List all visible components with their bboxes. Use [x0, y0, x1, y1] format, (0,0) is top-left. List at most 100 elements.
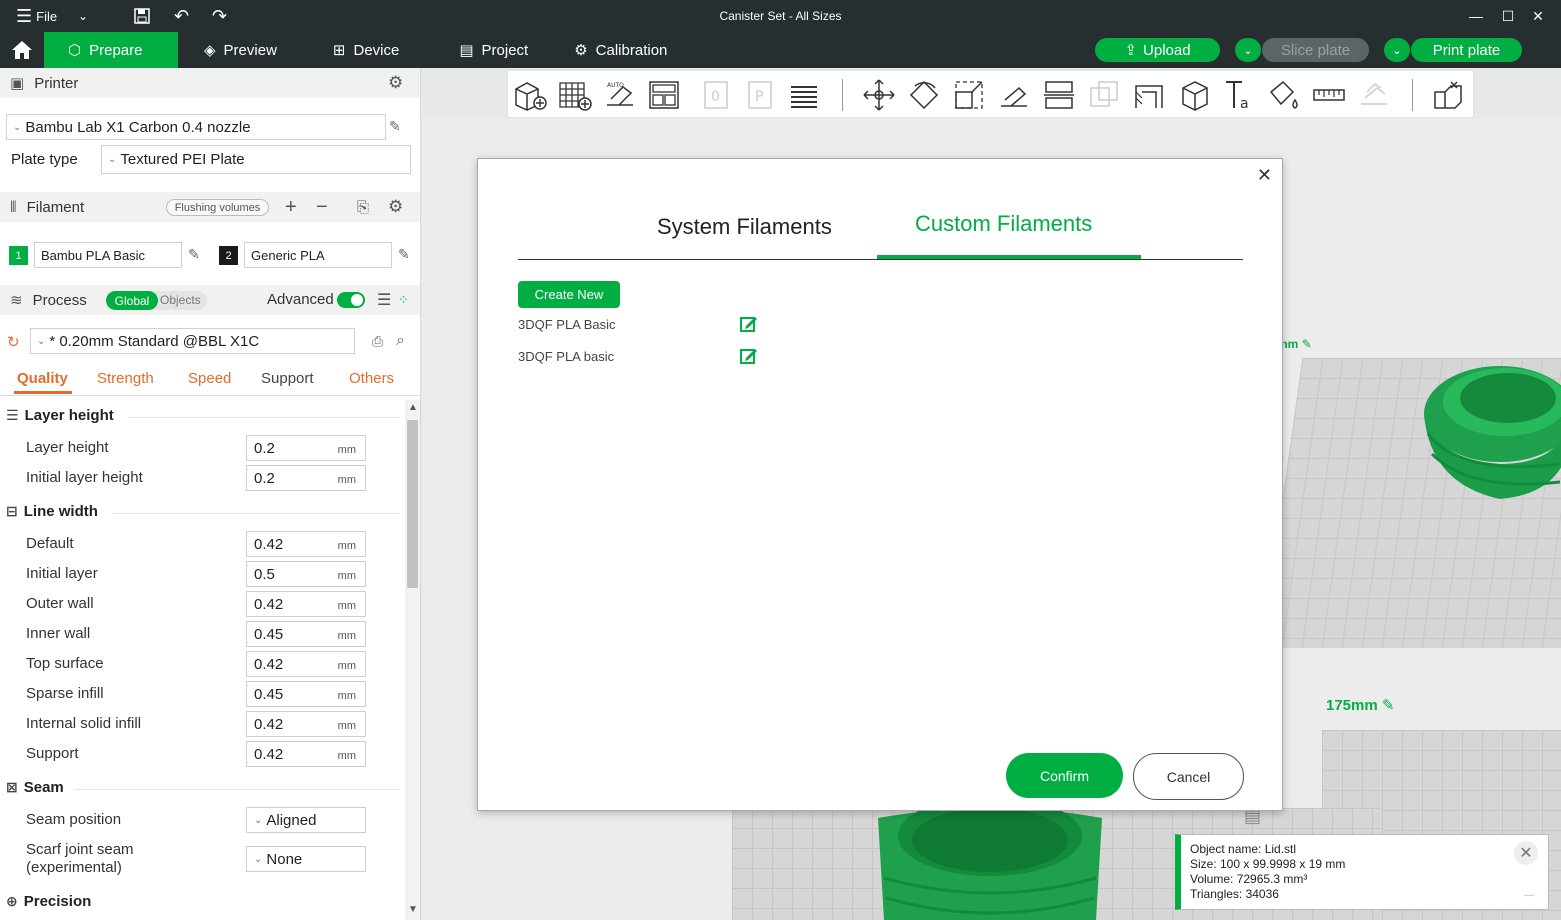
home-button[interactable]: [0, 32, 44, 68]
undo-icon[interactable]: ↶: [166, 0, 197, 32]
scroll-up-icon[interactable]: ▲: [408, 402, 418, 413]
rotate-icon[interactable]: [906, 77, 942, 113]
print-dropdown-button[interactable]: ⌄: [1384, 38, 1410, 62]
auto-orient-icon[interactable]: AUTO: [602, 77, 638, 113]
edit-icon[interactable]: [740, 347, 758, 365]
search-icon[interactable]: ⌕: [396, 332, 405, 350]
lay-on-face-icon[interactable]: [996, 77, 1032, 113]
internal-solid-infill-input[interactable]: 0.42 mm: [246, 711, 366, 737]
inner-wall-input[interactable]: 0.45 mm: [246, 621, 366, 647]
add-filament-icon[interactable]: +: [285, 196, 297, 219]
chevron-down-icon[interactable]: ⌄: [70, 0, 96, 32]
layers-stack-icon[interactable]: [786, 77, 822, 113]
tab-prepare[interactable]: ⬡ Prepare: [44, 32, 178, 68]
chevron-down-icon: ⌄: [37, 335, 46, 347]
color-paint-icon[interactable]: [1266, 77, 1302, 113]
initial-layer-height-input[interactable]: 0.2 mm: [246, 465, 366, 491]
objects-toggle[interactable]: Objects: [160, 293, 201, 307]
tab-device[interactable]: ⊞ Device: [293, 32, 415, 68]
filament-2-select[interactable]: Generic PLA: [244, 242, 392, 268]
add-plate-icon[interactable]: [557, 77, 593, 113]
tab-project[interactable]: ▤ Project: [415, 32, 544, 68]
edit-filament-2-icon[interactable]: ✎: [398, 246, 410, 263]
seam-paint-icon[interactable]: [1176, 77, 1212, 113]
subtab-quality[interactable]: Quality: [17, 370, 68, 387]
split-objects-icon[interactable]: [1430, 77, 1466, 113]
top-surface-input[interactable]: 0.42 mm: [246, 651, 366, 677]
flushing-volumes-button[interactable]: Flushing volumes: [166, 199, 269, 216]
advanced-switch[interactable]: [337, 292, 365, 308]
tab-calibration[interactable]: ⚙ Calibration: [544, 32, 683, 68]
collapse-icon[interactable]: —: [1524, 888, 1534, 903]
sparse-infill-input[interactable]: 0.45 mm: [246, 681, 366, 707]
printer-settings-gear-icon[interactable]: ⚙: [388, 73, 403, 93]
slice-dropdown-button[interactable]: ⌄: [1235, 38, 1261, 62]
refresh-icon[interactable]: ↻: [7, 333, 20, 351]
subtab-support[interactable]: Support: [261, 370, 314, 387]
redo-icon[interactable]: ↷: [204, 0, 235, 32]
seam-position-select[interactable]: ⌄ Aligned: [246, 807, 366, 833]
support-width-input[interactable]: 0.42 mm: [246, 741, 366, 767]
global-toggle[interactable]: Global: [106, 291, 158, 310]
settings-scrollbar[interactable]: ▲ ▼: [405, 400, 420, 920]
create-new-button[interactable]: Create New: [518, 281, 620, 308]
confirm-button[interactable]: Confirm: [1006, 753, 1123, 798]
upload-button[interactable]: ⇪ Upload: [1095, 38, 1220, 62]
global-objects-toggle[interactable]: Global Objects: [106, 291, 207, 310]
measure-icon[interactable]: [1311, 77, 1347, 113]
arrange-icon[interactable]: [646, 77, 682, 113]
canister-object-right[interactable]: [1410, 364, 1561, 514]
close-window-button[interactable]: ✕: [1515, 0, 1561, 32]
text-icon[interactable]: a: [1221, 77, 1257, 113]
close-icon[interactable]: ✕: [1257, 165, 1272, 186]
ams-sync-icon[interactable]: ⎘: [357, 199, 369, 216]
file-menu[interactable]: ☰ File: [8, 0, 65, 32]
plate-p-icon[interactable]: P: [742, 77, 778, 113]
canister-object-bottom[interactable]: [874, 808, 1106, 920]
left-sidebar: ▣ Printer ⚙ ⌄ Bambu Lab X1 Carbon 0.4 no…: [0, 68, 421, 920]
cancel-button[interactable]: Cancel: [1133, 753, 1244, 800]
edit-printer-icon[interactable]: ✎: [389, 118, 401, 135]
scrollbar-thumb[interactable]: [407, 420, 418, 588]
remove-filament-icon[interactable]: −: [316, 196, 328, 219]
save-preset-icon[interactable]: ⎙: [372, 333, 383, 350]
scroll-down-icon[interactable]: ▼: [408, 904, 418, 915]
initial-layer-width-input[interactable]: 0.5 mm: [246, 561, 366, 587]
scarf-seam-select[interactable]: ⌄ None: [246, 846, 366, 872]
scale-icon[interactable]: [951, 77, 987, 113]
tab-preview[interactable]: ◈ Preview: [178, 32, 293, 68]
slice-plate-button[interactable]: Slice plate: [1262, 38, 1369, 62]
list-view-icon[interactable]: ☰: [377, 290, 391, 310]
filament-settings-gear-icon[interactable]: ⚙: [388, 197, 403, 217]
compare-icon[interactable]: ⁘: [398, 292, 409, 308]
outer-wall-label: Outer wall: [26, 595, 94, 612]
edit-filament-1-icon[interactable]: ✎: [188, 246, 200, 263]
cut-icon[interactable]: [1041, 77, 1077, 113]
add-object-icon[interactable]: [512, 77, 548, 113]
support-paint-icon[interactable]: [1131, 77, 1167, 113]
tab-custom-filaments[interactable]: Custom Filaments: [915, 211, 1092, 237]
subtab-speed[interactable]: Speed: [188, 370, 231, 387]
move-icon[interactable]: [861, 77, 897, 113]
plate-type-select[interactable]: ⌄ Textured PEI Plate: [101, 145, 411, 174]
boolean-icon[interactable]: [1086, 77, 1122, 113]
outer-wall-input[interactable]: 0.42 mm: [246, 591, 366, 617]
save-icon[interactable]: [126, 0, 158, 32]
close-icon[interactable]: ✕: [1514, 841, 1538, 865]
switch-knob: [351, 294, 363, 306]
subtab-strength[interactable]: Strength: [97, 370, 154, 387]
default-width-input[interactable]: 0.42 mm: [246, 531, 366, 557]
internal-solid-infill-label: Internal solid infill: [26, 715, 142, 732]
filament-1-select[interactable]: Bambu PLA Basic: [34, 242, 182, 268]
assembly-icon[interactable]: [1356, 77, 1392, 113]
subtab-others[interactable]: Others: [349, 370, 394, 387]
scarf-seam-value: None: [266, 850, 303, 868]
printer-select[interactable]: ⌄ Bambu Lab X1 Carbon 0.4 nozzle: [6, 114, 386, 140]
print-plate-button[interactable]: Print plate: [1411, 38, 1522, 62]
layer-height-input[interactable]: 0.2 mm: [246, 435, 366, 461]
chevron-down-icon: ⌄: [254, 853, 263, 865]
edit-icon[interactable]: [740, 315, 758, 333]
plate-0-icon[interactable]: 0: [698, 77, 734, 113]
process-preset-select[interactable]: ⌄ * 0.20mm Standard @BBL X1C: [30, 328, 355, 354]
tab-system-filaments[interactable]: System Filaments: [657, 214, 832, 240]
